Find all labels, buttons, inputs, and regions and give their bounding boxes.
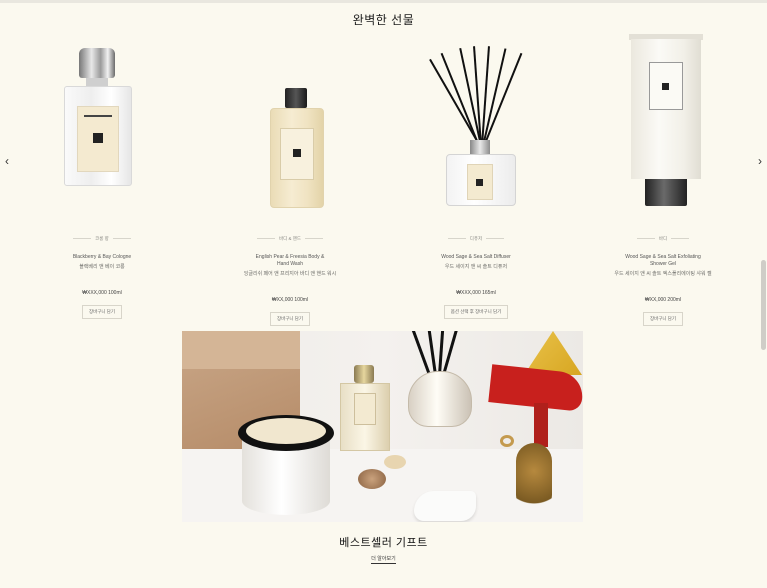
boat-stand-shape [534,403,548,447]
scrollbar[interactable] [761,260,766,350]
add-to-cart-button[interactable]: 장바구니 담기 [81,305,123,319]
bestseller-learn-more[interactable]: 더 알아보기 [0,555,767,564]
chevron-left-icon: ‹ [5,154,9,168]
product-card[interactable]: 코롱 향 Blackberry & Bay Cologne 블랙베리 앤 베이 … [12,30,192,319]
cologne-photo-shape [340,365,390,451]
product-name-ko[interactable]: 잉글리쉬 페어 앤 프리지아 바디 앤 핸드 워시 [200,271,380,278]
product-category: 디퓨저 [386,236,566,242]
bestseller-title: 베스트셀러 기프트 [339,537,428,549]
product-price: ₩XXX,000 165ml [456,290,496,296]
product-category: 코롱 향 [12,236,192,242]
gift-lifestyle-photo[interactable] [182,331,583,522]
carousel-next-button[interactable]: › [753,152,767,170]
product-name-en[interactable]: English Pear & Freesia Body & Hand Wash [255,254,325,268]
top-divider [0,0,767,3]
section-title: 완벽한 선물 [352,13,415,27]
brass-crab-shape [516,443,552,513]
product-name-ko[interactable]: 우드 세이지 앤 씨 솔트 디퓨저 [386,264,566,271]
candle-jar-shape [238,415,334,515]
shell-shape [384,455,406,469]
cologne-bottle-icon[interactable] [12,30,192,212]
tube-icon[interactable] [573,30,753,212]
product-name-en[interactable]: Blackberry & Bay Cologne [12,254,192,261]
product-card[interactable]: 바디 Wood Sage & Sea Salt Exfoliating Show… [573,30,753,326]
shell-shape [414,491,476,521]
add-to-cart-button[interactable]: 장바구니 담기 [269,312,311,326]
learn-more-link[interactable]: 더 알아보기 [371,556,396,564]
product-card[interactable]: 디퓨저 Wood Sage & Sea Salt Diffuser 우드 세이지… [386,30,566,319]
diffuser-icon[interactable] [386,30,566,212]
ring-shape [500,435,514,447]
product-name-ko[interactable]: 블랙베리 앤 베이 코롱 [12,264,192,271]
product-category: 바디 [573,236,753,242]
product-name-ko[interactable]: 우드 세이지 앤 씨 솔트 엑스폴리에이팅 샤워 젤 [573,271,753,278]
body-wash-bottle-icon[interactable] [200,30,380,212]
paper-bag-top-shape [182,331,300,369]
product-card[interactable]: 바디 & 핸드 English Pear & Freesia Body & Ha… [200,30,380,326]
product-name-en[interactable]: Wood Sage & Sea Salt Exfoliating Shower … [618,254,708,268]
product-price: ₩XX,000 100ml [271,297,309,303]
chevron-right-icon: › [758,154,762,168]
shell-shape [358,469,386,489]
select-option-button[interactable]: 옵션 선택 후 장바구니 담기 [443,305,509,319]
product-name-en[interactable]: Wood Sage & Sea Salt Diffuser [441,254,511,261]
add-to-cart-button[interactable]: 장바구니 담기 [642,312,684,326]
product-price: ₩XXX,000 100ml [82,290,122,296]
product-price: ₩XX,000 200ml [644,297,682,303]
product-category: 바디 & 핸드 [200,236,380,242]
diffuser-photo-shape [406,331,472,431]
